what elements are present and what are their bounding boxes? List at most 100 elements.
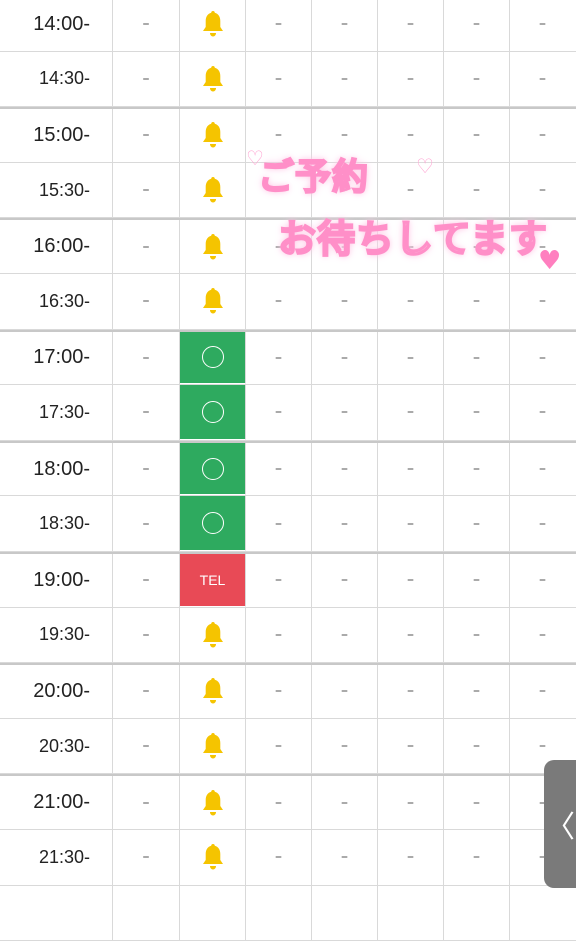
slot-cell: –: [312, 163, 378, 218]
unavailable-dash: –: [341, 350, 348, 366]
unavailable-dash: –: [473, 516, 480, 532]
chevron-left-icon: 〈: [545, 802, 575, 846]
slot-cell: –: [246, 109, 312, 162]
slot-cell: –: [312, 665, 378, 718]
slot-cell: –: [113, 52, 180, 107]
slot-cell: –: [113, 385, 180, 440]
schedule-table: 14:00-––––––14:30-––––––15:00-––––––15:3…: [0, 0, 576, 941]
waitlist-slot[interactable]: [180, 163, 246, 218]
slot-cell: –: [510, 163, 575, 218]
time-label: 14:30-: [0, 52, 113, 107]
unavailable-dash: –: [407, 293, 414, 309]
unavailable-dash: –: [407, 16, 414, 32]
unavailable-dash: –: [407, 738, 414, 754]
slot-cell: –: [246, 385, 312, 440]
waitlist-slot[interactable]: [180, 220, 246, 273]
slot-cell: –: [378, 52, 444, 107]
unavailable-dash: –: [341, 71, 348, 87]
slot-cell: –: [113, 443, 180, 496]
unavailable-dash: –: [539, 182, 546, 198]
slot-cell: –: [444, 274, 510, 329]
slot-cell: –: [444, 776, 510, 829]
unavailable-dash: –: [539, 293, 546, 309]
slot-cell: –: [444, 719, 510, 774]
bell-icon: [201, 620, 225, 650]
slot-cell: [378, 886, 444, 941]
slot-cell: –: [444, 443, 510, 496]
time-label: 21:00-: [0, 776, 113, 829]
unavailable-dash: –: [143, 239, 150, 255]
time-label: 17:30-: [0, 385, 113, 440]
unavailable-dash: –: [143, 849, 150, 865]
unavailable-dash: –: [473, 404, 480, 420]
unavailable-dash: –: [143, 350, 150, 366]
table-row: 15:30-––––––: [0, 163, 576, 219]
slot-cell: –: [113, 332, 180, 385]
unavailable-dash: –: [341, 849, 348, 865]
bell-icon: [201, 842, 225, 872]
time-label: 15:00-: [0, 109, 113, 162]
slot-cell: –: [510, 274, 575, 329]
table-row: 20:00-––––––: [0, 663, 576, 719]
slot-cell: –: [312, 52, 378, 107]
unavailable-dash: –: [275, 683, 282, 699]
unavailable-dash: –: [143, 572, 150, 588]
unavailable-dash: –: [341, 127, 348, 143]
waitlist-slot[interactable]: [180, 719, 246, 774]
waitlist-slot[interactable]: [180, 776, 246, 829]
bell-icon: [201, 788, 225, 818]
slot-cell: –: [510, 443, 575, 496]
slot-cell: –: [246, 776, 312, 829]
unavailable-dash: –: [407, 127, 414, 143]
unavailable-dash: –: [143, 683, 150, 699]
slot-cell: –: [113, 719, 180, 774]
unavailable-dash: –: [143, 738, 150, 754]
tel-slot[interactable]: TEL: [180, 554, 246, 607]
unavailable-dash: –: [473, 849, 480, 865]
slot-cell: –: [246, 443, 312, 496]
unavailable-dash: –: [407, 795, 414, 811]
slot-cell: –: [113, 776, 180, 829]
unavailable-dash: –: [539, 516, 546, 532]
slot-cell: [312, 886, 378, 941]
available-slot[interactable]: [180, 385, 246, 440]
unavailable-dash: –: [407, 461, 414, 477]
table-row: 20:30-––––––: [0, 719, 576, 775]
slot-cell: –: [312, 496, 378, 551]
unavailable-dash: –: [407, 627, 414, 643]
waitlist-slot[interactable]: [180, 830, 246, 885]
waitlist-slot[interactable]: [180, 608, 246, 663]
slot-cell: –: [246, 665, 312, 718]
waitlist-slot[interactable]: [180, 665, 246, 718]
waitlist-slot[interactable]: [180, 0, 246, 51]
slot-cell: –: [444, 554, 510, 607]
available-slot[interactable]: [180, 332, 246, 385]
slot-cell: –: [378, 665, 444, 718]
waitlist-slot[interactable]: [180, 52, 246, 107]
side-panel-toggle[interactable]: 〈: [544, 760, 576, 888]
slot-cell: –: [378, 0, 444, 51]
available-slot[interactable]: [180, 443, 246, 496]
unavailable-dash: –: [341, 404, 348, 420]
slot-cell: –: [312, 719, 378, 774]
waitlist-slot[interactable]: [180, 274, 246, 329]
slot-cell: –: [113, 830, 180, 885]
slot-cell: –: [246, 496, 312, 551]
available-slot[interactable]: [180, 496, 246, 551]
unavailable-dash: –: [143, 461, 150, 477]
slot-cell: –: [378, 109, 444, 162]
slot-cell: –: [510, 0, 575, 51]
slot-cell: –: [246, 274, 312, 329]
slot-cell: [113, 886, 180, 941]
unavailable-dash: –: [275, 182, 282, 198]
unavailable-dash: –: [275, 293, 282, 309]
unavailable-dash: –: [143, 127, 150, 143]
slot-cell: –: [312, 776, 378, 829]
slot-cell: –: [312, 220, 378, 273]
slot-cell: –: [444, 220, 510, 273]
time-label: 16:30-: [0, 274, 113, 329]
waitlist-slot[interactable]: [180, 109, 246, 162]
slot-cell: –: [444, 109, 510, 162]
slot-cell: –: [113, 220, 180, 273]
bell-icon: [201, 64, 225, 94]
